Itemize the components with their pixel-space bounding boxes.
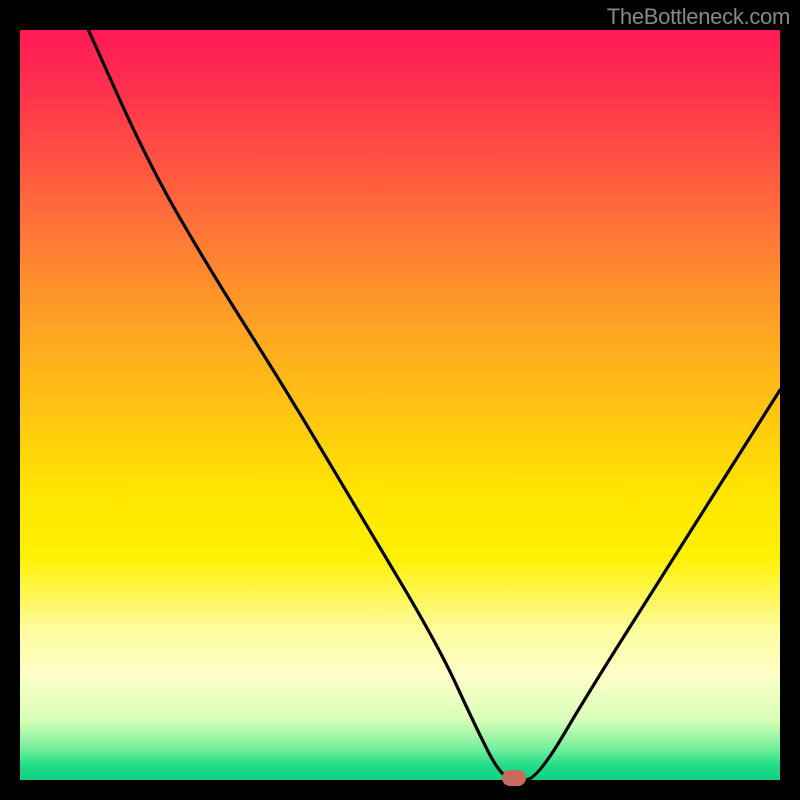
attribution-label: TheBottleneck.com	[607, 4, 790, 30]
bottleneck-chart: TheBottleneck.com	[0, 0, 800, 800]
plot-area	[20, 30, 780, 780]
bottleneck-curve-path	[88, 30, 780, 780]
optimum-marker	[502, 770, 526, 786]
curve-svg	[20, 30, 780, 780]
